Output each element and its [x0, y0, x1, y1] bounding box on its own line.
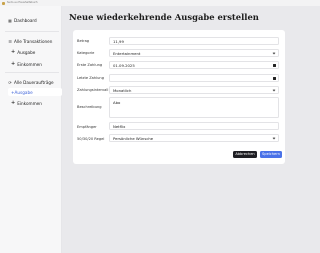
cancel-button[interactable]: Abbrechen: [233, 151, 257, 158]
sidebar-item-label: Dashboard: [14, 17, 37, 23]
sidebar-item-recurring-expense[interactable]: + Ausgabe: [8, 88, 62, 96]
first-payment-label: Erste Zahlung: [77, 63, 103, 67]
interval-select[interactable]: Monatlich: [109, 86, 279, 94]
interval-label: Zahlungsintervall: [77, 88, 109, 92]
last-payment-label: Letzte Zahlung: [77, 76, 104, 80]
sidebar-item-label: Alle Daueraufträge: [14, 79, 54, 85]
category-label: Kategorie: [77, 51, 95, 55]
plus-icon: +: [11, 49, 16, 55]
recurring-expense-form: Betrag 11,99 Kategorie Entertainment Ers…: [73, 30, 285, 164]
sidebar-item-transactions-income[interactable]: + Einkommen: [11, 60, 42, 68]
chevron-down-icon: [272, 51, 276, 55]
sidebar-item-all-transactions[interactable]: ☰ Alle Transaktionen: [8, 37, 52, 45]
chevron-down-icon: [272, 88, 276, 92]
recipient-input[interactable]: Netflix: [109, 122, 279, 130]
sidebar-item-transactions-expense[interactable]: + Ausgabe: [11, 48, 35, 56]
interval-value: Monatlich: [113, 88, 132, 93]
category-value: Entertainment: [113, 51, 141, 56]
plus-icon: +: [11, 100, 16, 106]
list-icon: ☰: [8, 38, 12, 44]
calendar-icon[interactable]: [273, 77, 276, 80]
sidebar-item-label: Ausgabe: [14, 89, 33, 95]
sidebar-divider: [5, 31, 59, 32]
save-button[interactable]: Speichern: [260, 151, 282, 158]
app-logo-icon: [2, 1, 5, 5]
page-title: Neue wiederkehrende Ausgabe erstellen: [69, 12, 259, 22]
recipient-label: Empfänger: [77, 125, 97, 129]
dashboard-icon: ▦: [8, 17, 12, 23]
sidebar-item-recurring-income[interactable]: + Einkommen: [11, 99, 42, 107]
amount-label: Betrag: [77, 39, 90, 43]
sidebar-item-label: Einkommen: [17, 61, 42, 67]
sidebar-item-dashboard[interactable]: ▦ Dashboard: [8, 16, 37, 24]
description-textarea[interactable]: Abo: [109, 97, 279, 118]
sidebar-divider: [5, 72, 59, 73]
repeat-icon: ⟳: [8, 79, 12, 85]
sidebar-item-label: Ausgabe: [17, 49, 36, 55]
last-payment-date-input[interactable]: [109, 74, 279, 82]
sidebar-item-label: Einkommen: [17, 100, 42, 106]
rule-value: Persönliche Wünsche: [113, 136, 154, 141]
first-payment-date-input[interactable]: 01.09.2025: [109, 61, 279, 69]
plus-icon: +: [11, 61, 16, 67]
chevron-down-icon: [272, 136, 276, 140]
calendar-icon[interactable]: [273, 64, 276, 67]
description-label: Beschreibung: [77, 105, 102, 109]
rule-select[interactable]: Persönliche Wünsche: [109, 134, 279, 142]
amount-input[interactable]: 11,99: [109, 37, 279, 45]
sidebar-item-label: Alle Transaktionen: [14, 38, 53, 44]
first-payment-value: 01.09.2025: [113, 63, 135, 68]
sidebar: ▦ Dashboard ☰ Alle Transaktionen + Ausga…: [0, 6, 62, 253]
rule-label: 50/30/20 Regel: [77, 137, 105, 141]
category-select[interactable]: Entertainment: [109, 49, 279, 57]
sidebar-item-all-recurring[interactable]: ⟳ Alle Daueraufträge: [8, 78, 54, 86]
